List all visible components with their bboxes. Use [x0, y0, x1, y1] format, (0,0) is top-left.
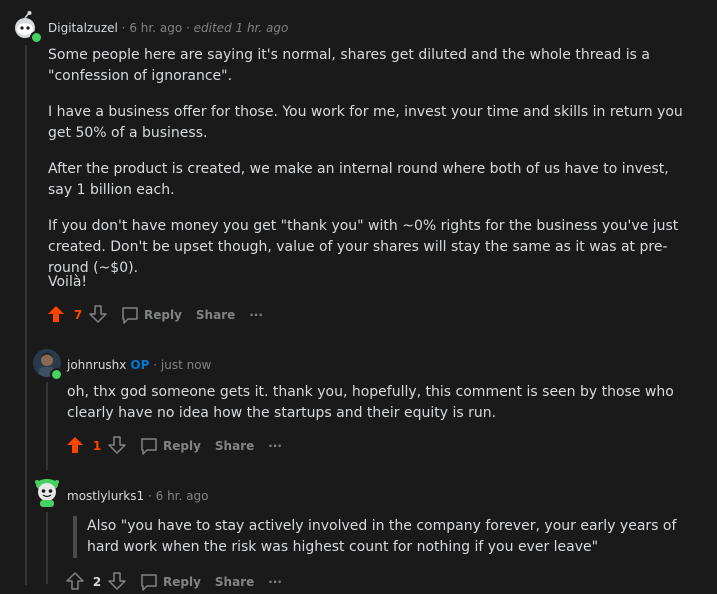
share-label: Share	[214, 575, 255, 589]
comment-icon	[120, 305, 140, 325]
share-label: Share	[195, 308, 236, 322]
reply-label: Reply	[163, 575, 201, 589]
comment-paragraph: After the product is created, we make an…	[48, 161, 669, 198]
comment-actions: 2 Reply Share ···	[65, 570, 282, 594]
timestamp[interactable]: just now	[161, 358, 211, 372]
online-indicator	[30, 31, 43, 44]
reply-button[interactable]: Reply	[120, 305, 182, 325]
comment-paragraph: If you don't have money you get "thank y…	[48, 218, 679, 276]
reply-label: Reply	[163, 439, 201, 453]
upvote-icon[interactable]	[65, 571, 85, 594]
downvote-icon[interactable]	[107, 435, 127, 458]
vote-score: 2	[92, 575, 102, 589]
reply-button[interactable]: Reply	[139, 436, 201, 456]
downvote-icon[interactable]	[107, 571, 127, 594]
comment-icon	[139, 572, 159, 592]
more-options-button[interactable]: ···	[249, 308, 263, 322]
upvote-icon[interactable]	[65, 435, 85, 458]
comment-meta: mostlylurks1 · 6 hr. ago	[67, 489, 209, 503]
thread-line[interactable]	[46, 512, 48, 584]
reply-button[interactable]: Reply	[139, 572, 201, 592]
vote-score: 7	[73, 308, 83, 322]
thread-line[interactable]	[25, 45, 27, 585]
edited-label: edited 1 hr. ago	[193, 21, 289, 35]
comment-paragraph: Voilà!	[48, 274, 88, 290]
blockquote: Also "you have to stay actively involved…	[73, 516, 687, 558]
upvote-icon[interactable]	[46, 304, 66, 327]
share-button[interactable]: Share	[215, 575, 254, 589]
comment-meta: Digitalzuzel · 6 hr. ago · edited 1 hr. …	[48, 21, 289, 35]
more-icon: ···	[249, 308, 263, 322]
more-options-button[interactable]: ···	[268, 575, 282, 589]
comment-actions: 1 Reply Share ···	[65, 434, 282, 458]
comment-icon	[139, 436, 159, 456]
comment-paragraph: oh, thx god someone gets it. thank you, …	[67, 384, 674, 421]
thread-line[interactable]	[46, 382, 48, 470]
share-label: Share	[214, 439, 255, 453]
op-badge: OP	[130, 358, 150, 372]
timestamp[interactable]: 6 hr. ago	[156, 489, 209, 503]
more-icon: ···	[268, 439, 282, 453]
username[interactable]: Digitalzuzel	[48, 21, 118, 35]
vote-score: 1	[92, 439, 102, 453]
online-indicator	[50, 368, 63, 381]
comment-paragraph: I have a business offer for those. You w…	[48, 104, 683, 141]
timestamp[interactable]: 6 hr. ago	[129, 21, 182, 35]
comment-actions: 7 Reply Share ···	[46, 303, 263, 327]
username[interactable]: mostlylurks1	[67, 489, 144, 503]
avatar[interactable]	[32, 476, 62, 508]
more-icon: ···	[268, 575, 282, 589]
share-button[interactable]: Share	[196, 308, 235, 322]
downvote-icon[interactable]	[88, 304, 108, 327]
reply-label: Reply	[144, 308, 182, 322]
more-options-button[interactable]: ···	[268, 439, 282, 453]
comment-meta: johnrushx OP · just now	[67, 358, 212, 372]
username[interactable]: johnrushx	[67, 358, 126, 372]
share-button[interactable]: Share	[215, 439, 254, 453]
comment-paragraph: Some people here are saying it's normal,…	[48, 47, 650, 84]
